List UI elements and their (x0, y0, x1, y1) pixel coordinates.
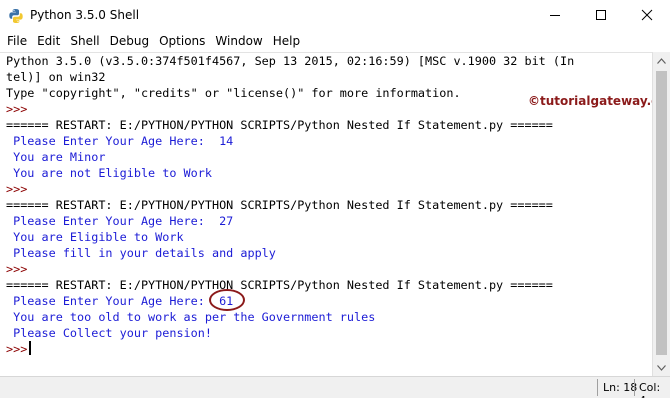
shell-prompt: >>> (6, 182, 28, 196)
program-output-text: Please Enter Your Age Here: 14 (6, 134, 234, 148)
maximize-button[interactable] (578, 0, 624, 30)
shell-line: ====== RESTART: E:/PYTHON/PYTHON SCRIPTS… (6, 117, 652, 133)
shell-line: You are Minor (6, 149, 652, 165)
shell-line: ====== RESTART: E:/PYTHON/PYTHON SCRIPTS… (6, 277, 652, 293)
shell-output-text: ====== RESTART: E:/PYTHON/PYTHON SCRIPTS… (6, 198, 553, 212)
status-column: Col: 4 (639, 381, 661, 398)
minimize-button[interactable] (532, 0, 578, 30)
minimize-icon (550, 15, 560, 16)
shell-prompt: >>> (6, 102, 28, 116)
text-cursor (29, 341, 32, 355)
menu-edit[interactable]: Edit (32, 30, 65, 52)
shell-output-text: ====== RESTART: E:/PYTHON/PYTHON SCRIPTS… (6, 278, 553, 292)
program-output-text: You are too old to work as per the Gover… (6, 310, 376, 324)
title-bar[interactable]: Python 3.5.0 Shell (0, 0, 670, 30)
shell-line: Please Enter Your Age Here: 27 (6, 213, 652, 229)
shell-line: ====== RESTART: E:/PYTHON/PYTHON SCRIPTS… (6, 197, 652, 213)
shell-line: Python 3.5.0 (v3.5.0:374f501f4567, Sep 1… (6, 53, 652, 69)
watermark: ©tutorialgateway.org (528, 94, 670, 108)
chevron-up-icon (657, 57, 666, 64)
maximize-icon (596, 10, 606, 20)
shell-output-text: tel)] on win32 (6, 70, 106, 84)
highlight-circle (209, 289, 246, 311)
program-output-text: You are Eligible to Work (6, 230, 184, 244)
chevron-down-icon (657, 364, 666, 371)
shell-line: You are Eligible to Work (6, 229, 652, 245)
scrollbar-thumb[interactable] (656, 71, 667, 355)
scroll-up-button[interactable] (653, 52, 670, 69)
program-output-text: You are Minor (6, 150, 106, 164)
program-output-text: Please Enter Your Age Here: (6, 294, 220, 308)
shell-line: You are not Eligible to Work (6, 165, 652, 181)
shell-output-text: Python 3.5.0 (v3.5.0:374f501f4567, Sep 1… (6, 54, 575, 68)
circled-input-value: 61 (209, 289, 246, 311)
shell-prompt: >>> (6, 342, 28, 356)
menu-debug[interactable]: Debug (105, 30, 154, 52)
status-line: Ln: 18 (603, 381, 638, 394)
shell-prompt: >>> (6, 262, 28, 276)
menu-help[interactable]: Help (268, 30, 305, 52)
close-icon (641, 9, 653, 21)
python-logo-icon (8, 8, 24, 24)
status-separator (597, 379, 598, 396)
shell-output-text: Type "copyright", "credits" or "license(… (6, 86, 461, 100)
status-separator (634, 379, 635, 396)
program-output-text: Please Enter Your Age Here: 27 (6, 214, 234, 228)
status-bar: Ln: 18 Col: 4 (0, 376, 670, 398)
program-output-text: Please fill in your details and apply (6, 246, 276, 260)
menu-file[interactable]: File (2, 30, 32, 52)
shell-line: You are too old to work as per the Gover… (6, 309, 652, 325)
shell-line: >>> (6, 181, 652, 197)
shell-line: Please fill in your details and apply (6, 245, 652, 261)
menu-window[interactable]: Window (210, 30, 267, 52)
shell-output-text: ====== RESTART: E:/PYTHON/PYTHON SCRIPTS… (6, 118, 553, 132)
menu-options[interactable]: Options (154, 30, 210, 52)
shell-line: tel)] on win32 (6, 69, 652, 85)
menu-bar: File Edit Shell Debug Options Window Hel… (0, 30, 670, 52)
shell-line: Please Collect your pension! (6, 325, 652, 341)
scroll-down-button[interactable] (653, 359, 670, 376)
shell-line: Please Enter Your Age Here: 14 (6, 133, 652, 149)
window-title: Python 3.5.0 Shell (30, 8, 140, 22)
menu-shell[interactable]: Shell (65, 30, 104, 52)
program-output-text: You are not Eligible to Work (6, 166, 212, 180)
close-button[interactable] (624, 0, 670, 30)
program-output-text: Please Collect your pension! (6, 326, 212, 340)
shell-line: Please Enter Your Age Here: 61 (6, 289, 652, 311)
shell-line: >>> (6, 261, 652, 277)
vertical-scrollbar[interactable] (652, 52, 670, 376)
shell-line: >>> (6, 341, 652, 357)
